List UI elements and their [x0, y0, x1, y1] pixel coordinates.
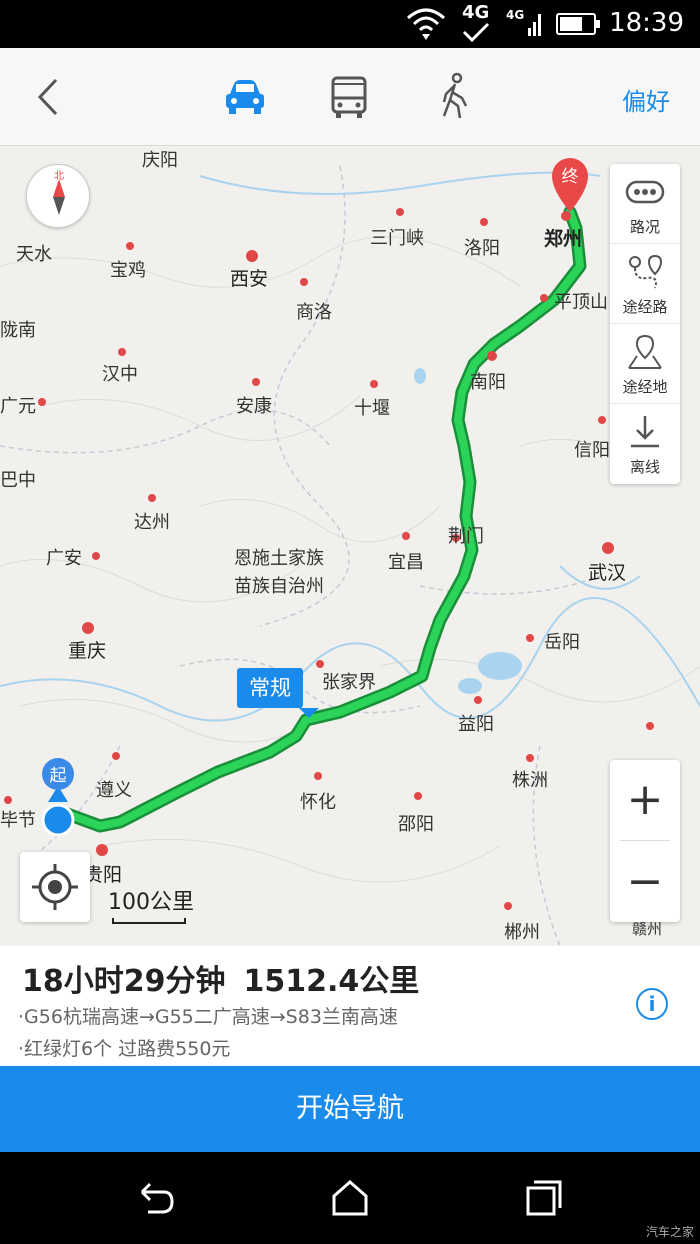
- city-label: 三门峡: [370, 228, 424, 249]
- waypoint-route-button[interactable]: 途经路: [610, 244, 680, 324]
- lte-label: 4G: [462, 2, 490, 23]
- battery-icon: [556, 13, 600, 35]
- zoom-divider: [620, 840, 670, 841]
- zoom-control: + −: [610, 760, 680, 922]
- waypoint-place-label: 途经地: [622, 378, 668, 396]
- svg-text:起: 起: [50, 766, 67, 786]
- map-view[interactable]: 终 起 庆阳 天水 宝鸡 西安 三门峡 洛阳 郑州 商洛 平顶山 陇南 汉中 安…: [0, 146, 700, 946]
- city-label: 广安: [46, 548, 82, 569]
- traffic-label: 路况: [629, 218, 660, 236]
- city-label: 信阳: [574, 440, 610, 461]
- offline-download-icon: [631, 416, 659, 448]
- city-label: 陇南: [0, 320, 36, 341]
- city-label: 商洛: [296, 302, 332, 323]
- locate-icon: [32, 864, 78, 910]
- city-label: 益阳: [458, 714, 494, 735]
- map-tool-panel: 路况 途经路 途经地 离线: [610, 164, 680, 484]
- travel-time: 18小时29分钟: [22, 964, 226, 999]
- city-label: 武汉: [588, 562, 627, 584]
- route-mode-bar: 偏好: [0, 48, 700, 146]
- locate-button[interactable]: [20, 852, 90, 922]
- offline-label: 离线: [629, 458, 660, 476]
- route-type-tag[interactable]: 常规: [237, 668, 319, 718]
- bus-icon[interactable]: [324, 72, 374, 122]
- city-label: 重庆: [68, 640, 107, 662]
- route-roads: ·G56杭瑞高速→G55二广高速→S83兰南高速: [18, 1006, 398, 1028]
- check-icon: [462, 22, 490, 43]
- city-label: 张家界: [322, 672, 376, 693]
- svg-text:终: 终: [562, 167, 579, 187]
- traffic-icon: [625, 180, 665, 204]
- system-nav-bar: 汽车之家: [0, 1152, 700, 1244]
- city-label: 遵义: [96, 780, 132, 801]
- wifi-icon: [407, 8, 445, 40]
- city-label: 西安: [230, 268, 269, 290]
- city-label: 天水: [16, 244, 52, 265]
- scale-bar: [112, 918, 186, 924]
- clock: 18:39: [609, 8, 684, 38]
- svg-text:北: 北: [54, 170, 64, 182]
- route-summary[interactable]: 18小时29分钟 1512.4公里 ·G56杭瑞高速→G55二广高速→S83兰南高…: [0, 946, 700, 1066]
- home-icon[interactable]: [328, 1176, 372, 1220]
- route-extra-info: ·红绿灯6个 过路费550元: [18, 1038, 231, 1060]
- city-label: 荆门: [448, 526, 484, 547]
- waypoint-route-label: 途经路: [622, 298, 668, 316]
- preference-button[interactable]: 偏好: [622, 82, 670, 117]
- city-label: 巴中: [0, 470, 36, 491]
- city-label: 邵阳: [398, 814, 434, 835]
- zoom-out-button[interactable]: −: [610, 842, 680, 922]
- map-canvas: 终 起: [0, 146, 700, 946]
- info-icon[interactable]: i: [636, 988, 668, 1020]
- car-icon[interactable]: [220, 72, 270, 122]
- city-label: 株洲: [512, 770, 548, 791]
- start-navigation-button[interactable]: 开始导航: [0, 1066, 700, 1152]
- city-label: 广元: [0, 396, 36, 417]
- city-label: 南阳: [470, 372, 506, 393]
- city-label: 宜昌: [388, 552, 424, 573]
- city-label: 达州: [134, 512, 170, 533]
- recents-icon[interactable]: [522, 1176, 566, 1220]
- city-label: 十堰: [354, 398, 390, 419]
- scale-label: 100公里: [108, 890, 194, 915]
- summary-headline: 18小时29分钟 1512.4公里: [22, 956, 437, 1000]
- compass-button[interactable]: 北: [26, 164, 90, 228]
- watermark: 汽车之家: [645, 1225, 694, 1239]
- city-label: 郴州: [504, 922, 540, 943]
- back-icon[interactable]: [134, 1176, 178, 1220]
- city-label: 安康: [236, 396, 272, 417]
- travel-distance: 1512.4公里: [243, 964, 420, 999]
- offline-button[interactable]: 离线: [610, 404, 680, 484]
- city-label: 岳阳: [544, 632, 580, 653]
- city-label: 郑州: [544, 228, 583, 250]
- city-label: 苗族自治州: [234, 576, 324, 597]
- city-label: 毕节: [0, 810, 36, 831]
- city-label: 宝鸡: [110, 260, 146, 281]
- waypoint-place-button[interactable]: 途经地: [610, 324, 680, 404]
- city-label: 平顶山: [554, 292, 608, 313]
- city-label: 洛阳: [464, 238, 500, 259]
- walk-icon[interactable]: [430, 72, 480, 122]
- status-bar: 4G 4G 18:39: [0, 0, 700, 48]
- waypoint-route-icon: [629, 254, 663, 289]
- traffic-button[interactable]: 路况: [610, 164, 680, 244]
- city-label: 汉中: [102, 364, 138, 385]
- city-label: 恩施土家族: [234, 548, 324, 569]
- city-label: 怀化: [300, 792, 336, 813]
- chevron-left-icon[interactable]: [28, 74, 68, 120]
- waypoint-place-icon: [628, 334, 662, 369]
- signal-icon: [528, 14, 541, 36]
- zoom-in-button[interactable]: +: [610, 760, 680, 840]
- city-label: 庆阳: [142, 150, 178, 171]
- compass-icon: 北: [53, 170, 65, 215]
